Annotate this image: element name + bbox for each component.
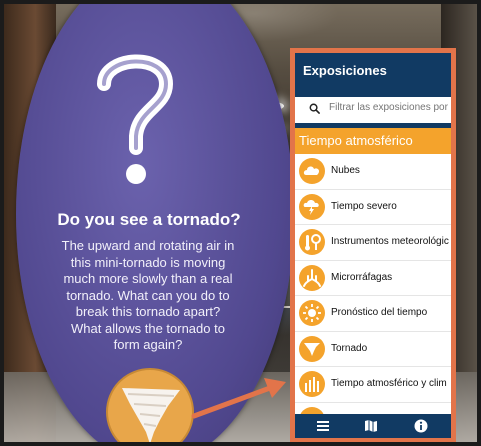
tornado-icon bbox=[122, 388, 180, 442]
question-mark-icon bbox=[97, 54, 174, 184]
section-header: Tiempo atmosférico bbox=[295, 128, 451, 154]
search-bar[interactable] bbox=[303, 97, 451, 123]
bottom-navigation bbox=[295, 414, 451, 438]
list-item-tiempo-severo[interactable]: Tiempo severo bbox=[295, 189, 451, 225]
list-item-pronostico[interactable]: Pronóstico del tiempo bbox=[295, 296, 451, 332]
sign-body-line: tornado. What can you do to bbox=[66, 287, 230, 303]
storm-cloud-icon bbox=[299, 193, 325, 220]
tornado-icon bbox=[299, 335, 325, 362]
climate-bars-icon bbox=[299, 371, 325, 397]
sign-body-line: form again? bbox=[113, 337, 183, 352]
pointer-arrow-icon bbox=[191, 378, 286, 419]
sign-title: Do you see a tornado? bbox=[57, 210, 241, 229]
sun-forecast-icon bbox=[299, 300, 325, 326]
map-icon[interactable] bbox=[363, 418, 379, 434]
sign-body-line: much more slowly than a real bbox=[63, 271, 233, 286]
list-item-label: Tiempo atmosférico y clim bbox=[331, 378, 447, 389]
list-item-nubes[interactable]: Nubes bbox=[295, 154, 451, 190]
header-band bbox=[295, 89, 451, 97]
menu-icon[interactable] bbox=[315, 418, 331, 434]
list-item-tornado[interactable]: Tornado bbox=[295, 331, 451, 367]
info-icon[interactable] bbox=[413, 418, 429, 434]
sign-body-line: break this tornado apart? bbox=[75, 304, 221, 319]
search-input[interactable] bbox=[329, 102, 451, 113]
list-item-microrrafagas[interactable]: Microrráfagas bbox=[295, 260, 451, 296]
list-item-label: Tiempo severo bbox=[331, 200, 397, 212]
section-title: Tiempo atmosférico bbox=[299, 133, 413, 148]
exhibit-list: Nubes Tiempo severo Instrumentos meteoro… bbox=[295, 154, 451, 438]
screenshot-frame: Do you see a tornado? The upward and rot… bbox=[0, 0, 481, 446]
tornado-illustration bbox=[106, 368, 194, 442]
list-item-label: Instrumentos meteorológic bbox=[331, 236, 449, 247]
list-item-label: Microrráfagas bbox=[331, 271, 393, 283]
list-item-label: Pronóstico del tiempo bbox=[331, 307, 428, 318]
microburst-icon bbox=[299, 264, 325, 291]
list-item-clima[interactable]: Tiempo atmosférico y clim bbox=[295, 367, 451, 403]
list-item-label: Nubes bbox=[331, 165, 360, 176]
search-icon bbox=[309, 103, 320, 114]
sign-body: The upward and rotating air in this mini… bbox=[30, 238, 266, 354]
app-title: Exposiciones bbox=[303, 63, 387, 78]
cloud-icon bbox=[299, 158, 325, 184]
app-screen: Exposiciones Tiempo atmosférico Nubes bbox=[290, 48, 456, 442]
sign-body-line: The upward and rotating air in bbox=[61, 238, 235, 253]
weather-instruments-icon bbox=[299, 229, 325, 255]
sign-body-line: What allows the tornado to bbox=[71, 320, 225, 336]
list-item-instrumentos[interactable]: Instrumentos meteorológic bbox=[295, 225, 451, 261]
sign-body-line: this mini-tornado is moving bbox=[70, 254, 226, 270]
app-header: Exposiciones bbox=[295, 53, 451, 89]
list-item-label: Tornado bbox=[331, 342, 368, 354]
